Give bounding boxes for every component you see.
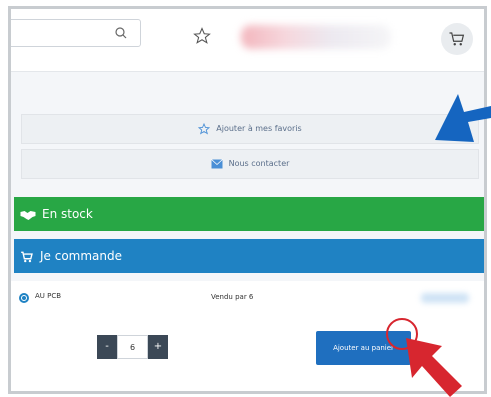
cart-icon xyxy=(449,32,465,46)
quantity-decrease-button[interactable]: - xyxy=(97,335,117,359)
star-icon xyxy=(198,122,211,134)
envelope-icon xyxy=(210,158,223,168)
add-to-favorites-button[interactable]: Ajouter à mes favoris xyxy=(21,114,479,144)
star-icon[interactable] xyxy=(193,27,211,45)
contact-us-label: Nous contacter xyxy=(228,159,290,168)
seller-radio[interactable] xyxy=(19,293,29,303)
cart-icon xyxy=(21,251,33,262)
order-section-label: Je commande xyxy=(40,249,123,263)
stock-status-label: En stock xyxy=(42,207,93,221)
annotation-arrow-icon xyxy=(406,338,462,397)
contact-us-button[interactable]: Nous contacter xyxy=(21,149,479,179)
blurred-user-info xyxy=(241,25,391,49)
seller-name: AU PCB xyxy=(35,292,62,300)
handshake-icon xyxy=(20,210,36,220)
seller-offer-row[interactable]: AU PCB Vendu par 6 xyxy=(11,281,484,314)
cart-button[interactable] xyxy=(441,23,473,55)
blurred-price xyxy=(421,293,469,303)
search-icon[interactable] xyxy=(114,26,128,40)
order-section-bar: Je commande xyxy=(14,239,484,273)
search-input[interactable] xyxy=(12,24,111,44)
stock-status-bar: En stock xyxy=(14,197,484,231)
search-box[interactable] xyxy=(11,19,141,47)
annotation-arrow-icon xyxy=(435,94,491,142)
quantity-increase-button[interactable]: + xyxy=(148,335,168,359)
top-bar xyxy=(11,9,484,72)
sold-by-label: Vendu par 6 xyxy=(211,293,254,301)
add-to-favorites-label: Ajouter à mes favoris xyxy=(216,124,302,133)
quantity-input[interactable] xyxy=(117,335,148,359)
